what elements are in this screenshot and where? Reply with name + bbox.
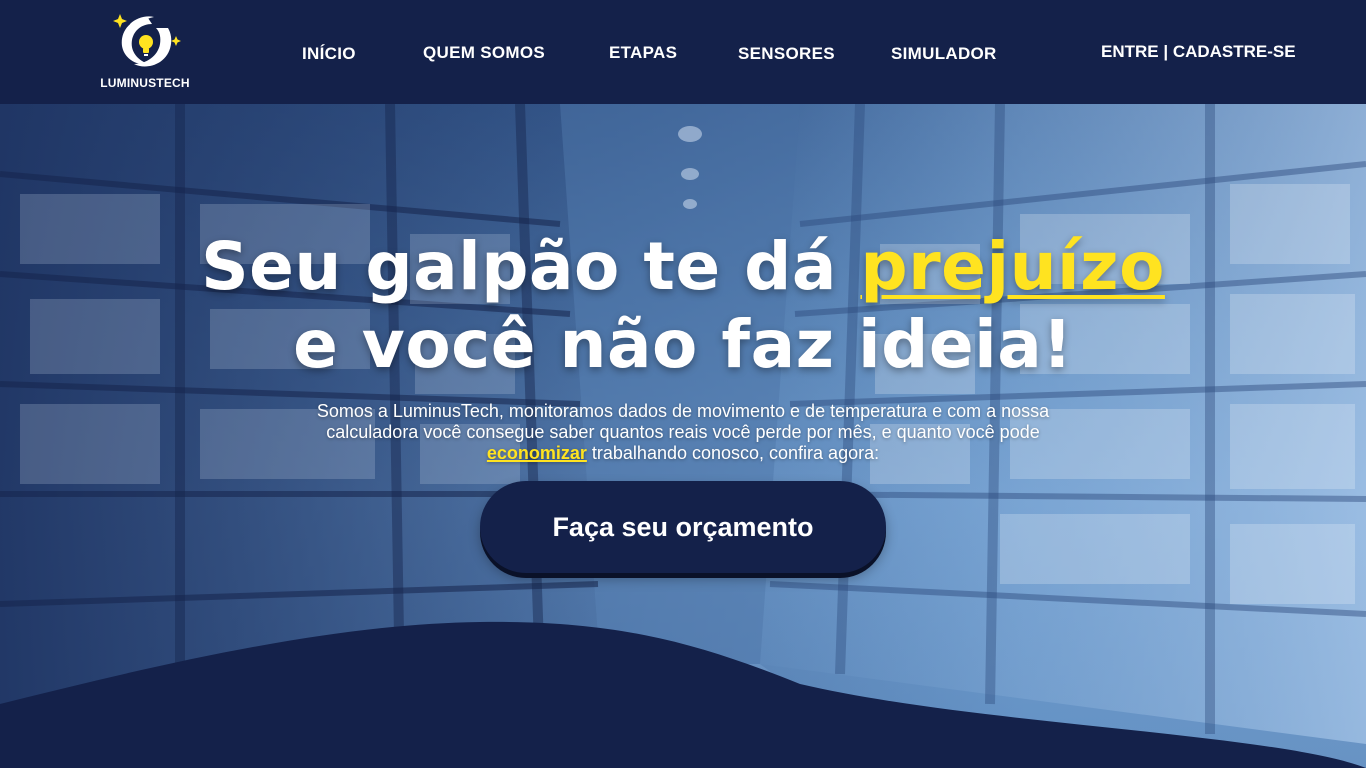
top-navbar: LUMINUSTECH INÍCIO QUEM SOMOS ETAPAS SEN… bbox=[0, 0, 1366, 104]
nav-sensores[interactable]: SENSORES bbox=[738, 44, 835, 64]
luminustech-logo-icon bbox=[113, 14, 181, 67]
description-part2: trabalhando conosco, confira agora: bbox=[586, 443, 880, 463]
headline-highlight-prejuizo: prejuízo bbox=[860, 228, 1165, 305]
brand-name: LUMINUSTECH bbox=[100, 76, 190, 90]
hero-headline-line1: Seu galpão te dá prejuízo bbox=[0, 228, 1366, 305]
description-part1: Somos a LuminusTech, monitoramos dados d… bbox=[316, 401, 1050, 442]
request-quote-button[interactable]: Faça seu orçamento bbox=[480, 481, 886, 573]
login-signup-link[interactable]: ENTRE | CADASTRE-SE bbox=[1101, 42, 1296, 62]
nav-inicio[interactable]: INÍCIO bbox=[302, 44, 356, 64]
hero-description: Somos a LuminusTech, monitoramos dados d… bbox=[283, 401, 1083, 464]
brand-logo[interactable]: LUMINUSTECH bbox=[98, 10, 190, 92]
description-highlight-economizar: economizar bbox=[486, 443, 587, 463]
nav-quem-somos[interactable]: QUEM SOMOS bbox=[423, 43, 545, 63]
headline-prefix: Seu galpão te dá bbox=[201, 228, 861, 305]
hero-headline-line2: e você não faz ideia! bbox=[293, 306, 1073, 383]
lightbulb-icon bbox=[139, 35, 153, 56]
nav-etapas[interactable]: ETAPAS bbox=[609, 43, 677, 63]
nav-simulador[interactable]: SIMULADOR bbox=[891, 44, 997, 64]
hero-section: Seu galpão te dá prejuízo e você não faz… bbox=[0, 104, 1366, 768]
